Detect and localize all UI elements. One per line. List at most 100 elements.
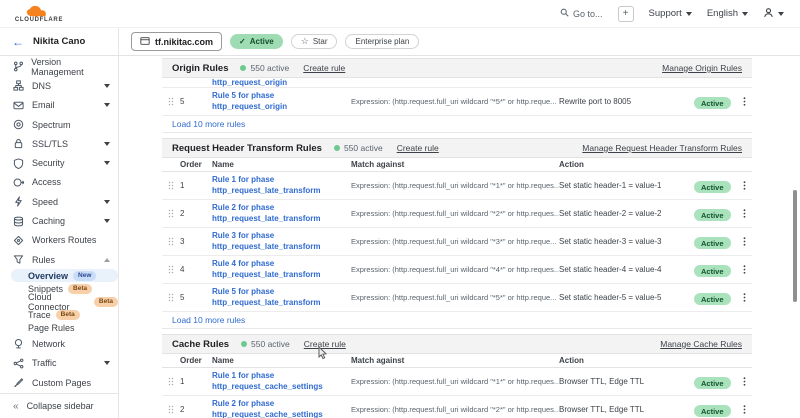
table-row: 4Rule 4 for phasehttp_request_late_trans… [162, 256, 752, 284]
sidebar-item-label: Spectrum [32, 120, 71, 130]
drag-handle-icon[interactable] [168, 292, 177, 303]
chevron-down-icon [104, 103, 110, 107]
column-header-action: Action [559, 160, 694, 169]
sidebar-item-email[interactable]: Email [0, 96, 118, 115]
rule-action: Rewrite port to 8005 [559, 97, 694, 106]
kebab-menu-button[interactable] [736, 264, 752, 275]
sidebar-item-spectrum[interactable]: Spectrum [0, 115, 118, 134]
search-icon [560, 8, 569, 19]
drag-handle-icon[interactable] [168, 404, 177, 415]
star-button[interactable]: ☆ Star [291, 34, 338, 49]
user-menu[interactable] [763, 7, 784, 21]
drag-handle-icon[interactable] [168, 180, 177, 191]
sidebar-item-ssl-tls[interactable]: SSL/TLS [0, 134, 118, 153]
cloudflare-logo[interactable]: CLOUDFLARE [10, 5, 68, 23]
add-site-button[interactable]: + [618, 6, 634, 22]
sidebar-item-caching[interactable]: Caching [0, 211, 118, 230]
sidebar-item-trace[interactable]: TraceBeta [0, 308, 118, 321]
kebab-menu-button[interactable] [736, 404, 752, 415]
sidebar-item-overview[interactable]: OverviewNew [11, 269, 118, 282]
rule-order: 1 [180, 181, 212, 190]
drag-handle-icon[interactable] [168, 236, 177, 247]
load-more-link[interactable]: Load 10 more rules [172, 315, 245, 325]
chevron-up-icon [104, 258, 110, 262]
sidebar-item-label: Traffic [32, 358, 57, 368]
sidebar-item-security[interactable]: Security [0, 153, 118, 172]
sidebar-item-traffic[interactable]: Traffic [0, 354, 118, 373]
manage-rules-link[interactable]: Manage Request Header Transform Rules [582, 143, 742, 153]
rule-expression: Expression: (http.request.full_uri wildc… [351, 377, 559, 386]
rule-name-link[interactable]: Rule 2 for phasehttp_request_cache_setti… [212, 399, 351, 418]
sidebar-item-label: Network [32, 339, 65, 349]
sidebar-item-dns[interactable]: DNS [0, 76, 118, 95]
chevron-down-icon [742, 12, 748, 16]
create-rule-link[interactable]: Create rule [303, 63, 345, 73]
column-header-action: Action [559, 356, 694, 365]
rule-action: Browser TTL, Edge TTL [559, 405, 694, 414]
create-rule-link[interactable]: Create rule [397, 143, 439, 153]
sidebar-item-version-management[interactable]: Version Management [0, 57, 118, 76]
rule-order: 2 [180, 405, 212, 414]
sidebar: Version ManagementDNSEmail Spectrum SSL/TL… [0, 56, 119, 418]
rule-name-link[interactable]: Rule 5 for phasehttp_request_late_transf… [212, 287, 351, 308]
sidebar-item-page-rules[interactable]: Page Rules [0, 321, 118, 334]
sidebar-item-label: Overview [28, 271, 68, 281]
sidebar-item-speed[interactable]: Speed [0, 192, 118, 211]
rule-name-link[interactable]: Rule 5 for phasehttp_request_origin [212, 91, 351, 112]
zone-selector[interactable]: tf.nikitac.com [131, 32, 222, 51]
rule-name-link[interactable]: Rule 2 for phasehttp_request_late_transf… [212, 203, 351, 224]
drag-handle-icon[interactable] [168, 96, 177, 107]
manage-rules-link[interactable]: Manage Cache Rules [660, 339, 742, 349]
drag-handle-icon[interactable] [168, 208, 177, 219]
rule-name-link[interactable]: Rule 1 for phasehttp_request_late_transf… [212, 175, 351, 196]
global-search[interactable]: Go to... [560, 8, 603, 19]
sidebar-item-label: SSL/TLS [32, 139, 68, 149]
active-count: 550 active [250, 63, 289, 73]
email-icon [13, 99, 25, 111]
back-arrow-button[interactable]: ← [12, 36, 24, 48]
kebab-menu-button[interactable] [736, 236, 752, 247]
section-header: Origin Rules550 activeCreate ruleManage … [162, 58, 752, 78]
kebab-menu-button[interactable] [736, 180, 752, 191]
support-menu[interactable]: Support [649, 8, 692, 19]
active-status-dot-icon [241, 341, 247, 347]
kebab-menu-button[interactable] [736, 292, 752, 303]
kebab-menu-button[interactable] [736, 208, 752, 219]
drag-handle-icon[interactable] [168, 264, 177, 275]
rule-order: 4 [180, 265, 212, 274]
manage-rules-link[interactable]: Manage Origin Rules [662, 63, 742, 73]
collapse-sidebar-button[interactable]: « Collapse sidebar [0, 393, 118, 418]
column-header-order: Order [180, 160, 212, 169]
top-bar: CLOUDFLARE Go to... + Support English [0, 0, 800, 28]
rule-name-link[interactable]: Rule 3 for phasehttp_request_late_transf… [212, 231, 351, 252]
load-more-link[interactable]: Load 10 more rules [172, 119, 245, 129]
column-header-order: Order [180, 356, 212, 365]
status-badge: Active [694, 181, 731, 193]
page-scrollbar-thumb[interactable] [793, 190, 797, 302]
table-row: 3Rule 3 for phasehttp_request_late_trans… [162, 228, 752, 256]
rule-name-link[interactable]: Rule 4 for phasehttp_request_late_transf… [212, 259, 351, 280]
drag-handle-icon[interactable] [168, 376, 177, 387]
sidebar-item-workers-routes[interactable]: Workers Routes [0, 231, 118, 250]
language-menu[interactable]: English [707, 8, 748, 19]
sidebar-item-label: Version Management [31, 57, 110, 77]
table-row: 1Rule 1 for phasehttp_request_cache_sett… [162, 368, 752, 396]
create-rule-link[interactable]: Create rule [304, 339, 346, 349]
beta-badge: Beta [56, 310, 80, 320]
cloudflare-dashboard: CLOUDFLARE Go to... + Support English [0, 0, 800, 418]
lock-icon [13, 138, 25, 150]
rule-order: 5 [180, 293, 212, 302]
sidebar-item-custom-pages[interactable]: Custom Pages [0, 373, 118, 392]
sidebar-item-label: Rules [32, 255, 55, 265]
shield-icon [13, 157, 25, 169]
support-label: Support [649, 8, 682, 19]
sidebar-item-rules[interactable]: Rules [0, 250, 118, 269]
sidebar-item-network[interactable]: Network [0, 334, 118, 353]
column-header-name: Name [212, 356, 351, 365]
rule-name-link[interactable]: http_request_origin [212, 78, 351, 88]
rule-name-link[interactable]: Rule 1 for phasehttp_request_cache_setti… [212, 371, 351, 392]
sidebar-item-cloud-connector[interactable]: Cloud ConnectorBeta [0, 295, 118, 308]
kebab-menu-button[interactable] [736, 376, 752, 387]
kebab-menu-button[interactable] [736, 96, 752, 107]
sidebar-item-access[interactable]: Access [0, 173, 118, 192]
